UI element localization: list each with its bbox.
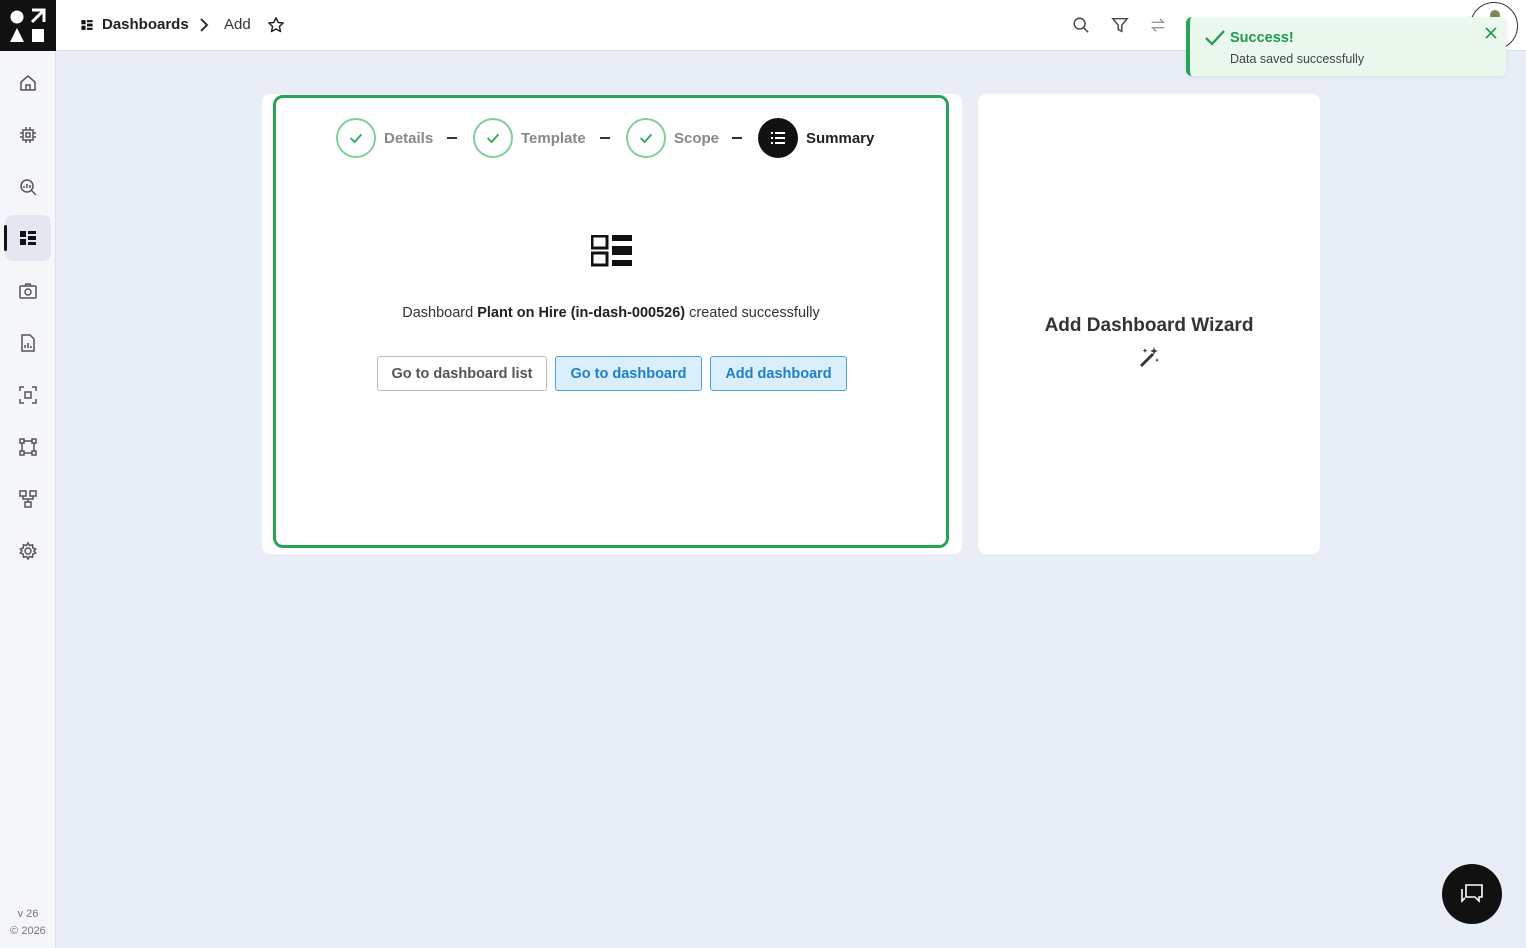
nav-devices[interactable] <box>5 112 51 158</box>
go-to-dashboard-button[interactable]: Go to dashboard <box>555 356 702 391</box>
dashboards-icon <box>20 231 36 245</box>
nav-media[interactable] <box>5 268 51 314</box>
add-dashboard-button[interactable]: Add dashboard <box>710 356 847 391</box>
nav-layout[interactable] <box>5 424 51 470</box>
nav-home[interactable] <box>5 60 51 106</box>
version-label: v 26 <box>17 908 39 920</box>
dashboards-icon <box>81 20 93 30</box>
check-icon <box>1205 30 1225 46</box>
success-toast: Success! Data saved successfully <box>1186 17 1506 76</box>
check-icon <box>486 133 500 144</box>
step-separator <box>732 137 742 139</box>
breadcrumb-current: Add <box>224 16 251 33</box>
nav-selection[interactable] <box>5 372 51 418</box>
app-logo[interactable] <box>0 0 56 51</box>
step-scope-label: Scope <box>674 130 720 147</box>
camera-icon <box>19 283 37 299</box>
nav-reports[interactable] <box>5 320 51 366</box>
step-separator <box>447 137 457 139</box>
toast-message: Data saved successfully <box>1230 52 1365 66</box>
summary-card-border <box>273 95 949 548</box>
toast-title: Success! <box>1230 30 1294 46</box>
step-template-indicator <box>473 118 513 158</box>
hierarchy-icon <box>19 490 37 508</box>
filter-icon[interactable] <box>1111 15 1129 35</box>
close-icon[interactable] <box>1484 26 1498 40</box>
step-details-indicator <box>336 118 376 158</box>
list-icon <box>771 132 785 144</box>
layout-icon <box>19 438 37 456</box>
selection-icon <box>19 386 37 404</box>
chip-icon <box>20 127 36 143</box>
step-template-label: Template <box>521 130 586 147</box>
search-analytics-icon <box>20 179 37 196</box>
dashboards-icon <box>591 235 632 267</box>
breadcrumb-dashboards[interactable]: Dashboards <box>102 16 189 33</box>
dashboard-name: Plant on Hire (in-dash-000526) <box>477 305 686 321</box>
nav-hierarchy[interactable] <box>5 476 51 522</box>
check-icon <box>639 133 653 144</box>
wizard-title: Add Dashboard Wizard <box>1044 315 1254 336</box>
go-to-dashboard-list-button[interactable]: Go to dashboard list <box>377 356 547 391</box>
success-message: Dashboard Plant on Hire (in-dash-000526)… <box>402 305 820 321</box>
step-separator <box>600 137 610 139</box>
step-summary-indicator <box>758 118 798 158</box>
step-scope-indicator <box>626 118 666 158</box>
chat-icon <box>1461 884 1483 903</box>
copyright-label: © 2026 <box>10 925 46 937</box>
sidebar: v 26 © 2026 <box>0 0 56 948</box>
search-icon[interactable] <box>1072 15 1090 35</box>
chat-button[interactable] <box>1442 864 1502 924</box>
nav-analytics[interactable] <box>5 164 51 210</box>
nav-settings[interactable] <box>5 528 51 574</box>
chevron-right-icon <box>200 18 209 32</box>
magic-wand-icon <box>1140 347 1159 367</box>
settings-icon <box>19 541 37 561</box>
step-details-label: Details <box>384 130 434 147</box>
nav-dashboards[interactable] <box>4 215 51 261</box>
star-icon[interactable] <box>267 16 285 34</box>
step-summary-label: Summary <box>806 130 875 147</box>
report-icon <box>21 334 35 352</box>
home-icon <box>20 75 36 91</box>
swap-icon[interactable] <box>1149 15 1167 35</box>
check-icon <box>349 133 363 144</box>
